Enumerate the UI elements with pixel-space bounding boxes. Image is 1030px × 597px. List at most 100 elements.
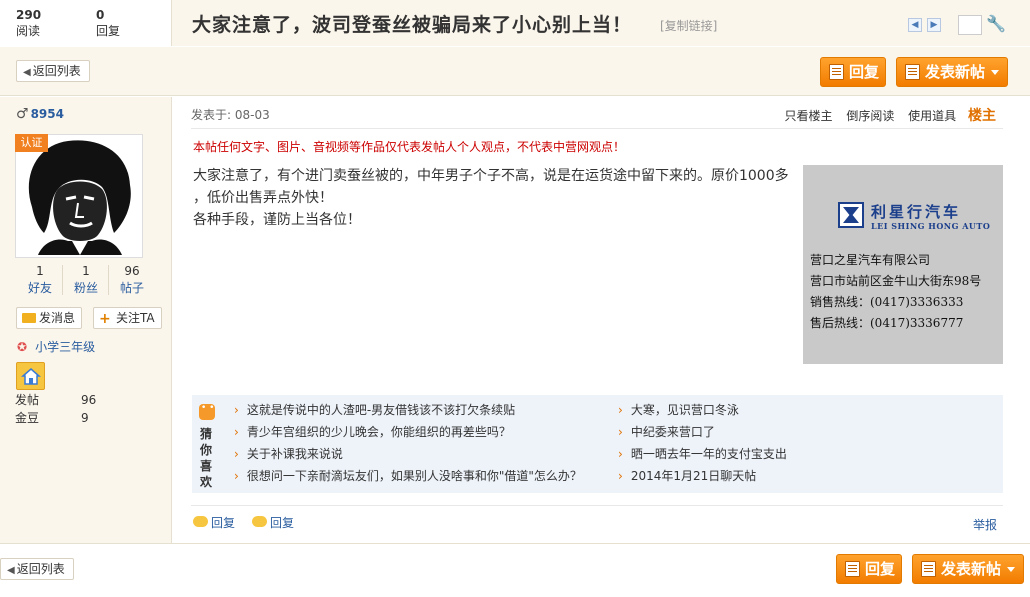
reply-button-bottom[interactable]: 回复	[836, 554, 902, 584]
author-name-label: 8954	[30, 107, 64, 121]
friends-count[interactable]: 1 好友	[17, 263, 63, 297]
thread-stats: 290 阅读 0 回复	[0, 0, 172, 46]
plus-icon: +	[99, 311, 111, 327]
floor-label: 楼主	[968, 108, 996, 124]
author-counts: 1 好友 1 粉丝 96 帖子	[15, 263, 147, 299]
post-line: ，低价出售弄点外快！	[193, 190, 333, 206]
home-icon-graphic	[21, 368, 41, 385]
ad-banner[interactable]: 利星行汽车 LEI SHING HONG AUTO 营口之星汽车有限公司 营口市…	[803, 165, 1003, 364]
mail-icon	[22, 313, 36, 323]
recommend-link[interactable]: › 关于补课我来说说	[234, 446, 343, 462]
thread-title: 大家注意了，波司登蚕丝被骗局来了小心别上当！	[192, 14, 633, 36]
report-link[interactable]: 举报	[973, 516, 997, 533]
reply-link-label: 回复	[270, 516, 295, 530]
friends-value: 1	[36, 264, 44, 278]
fatie-label: 发帖	[15, 393, 40, 407]
chevron-down-icon	[991, 70, 999, 75]
new-post-button[interactable]: 发表新帖	[896, 57, 1008, 87]
send-message-button[interactable]: 发消息	[16, 307, 83, 329]
recommend-link[interactable]: › 大寒，见识营口冬泳	[618, 402, 739, 418]
male-icon: ♂	[16, 106, 29, 122]
recommend-label: 猜你喜欢	[200, 427, 213, 489]
title-bar: 大家注意了，波司登蚕丝被骗局来了小心别上当！ [复制链接] ◀ ▶ 🔧	[172, 0, 1030, 46]
post-tools: 只看楼主 倒序阅读 使用道具 楼主	[784, 105, 996, 125]
recommend-link[interactable]: › 中纪委来营口了	[618, 424, 715, 440]
jindou-label: 金豆	[15, 411, 40, 425]
reply-button[interactable]: 回复	[820, 57, 886, 87]
views-count: 290	[16, 8, 42, 22]
avatar[interactable]	[15, 134, 143, 258]
ad-brand: 利星行汽车	[871, 203, 962, 221]
recommend-box: 猜你喜欢 ›这就是传说中的人渣吧-男友借钱该不该打欠条续贴 ›青少年宫组织的少儿…	[192, 395, 1003, 493]
posts-count[interactable]: 96 帖子	[109, 263, 155, 297]
back-label: 返回列表	[32, 64, 81, 78]
reply-icon	[845, 561, 860, 577]
author-sidebar: ♂ 8954 认证 1 好友 1 粉丝 96 帖子 发消息 + 关注TA ✪ 小…	[0, 97, 172, 543]
follow-button[interactable]: + 关注TA	[93, 307, 162, 329]
only-author-link[interactable]: 只看楼主	[784, 109, 832, 123]
recommend-link[interactable]: › 很想问一下亲耐滴坛友们，如果别人没啥事和你"借道"怎么办？	[234, 468, 582, 484]
views-stat: 290 阅读	[16, 7, 76, 39]
rank-star-icon: ✪	[17, 340, 28, 354]
fatie-value: 96	[81, 393, 97, 407]
fans-count[interactable]: 1 粉丝	[63, 263, 109, 297]
new-post-button-bottom[interactable]: 发表新帖	[912, 554, 1024, 584]
new-post-icon	[921, 561, 936, 577]
reply-link[interactable]: 回复	[193, 514, 235, 531]
replies-count: 0	[96, 8, 105, 22]
view-mode-box[interactable]	[958, 15, 982, 35]
send-message-label: 发消息	[39, 311, 76, 325]
posts-label: 帖子	[119, 281, 144, 295]
use-item-link[interactable]: 使用道具	[908, 109, 956, 123]
next-thread-icon[interactable]: ▶	[927, 18, 941, 32]
recommend-link[interactable]: › 这就是传说中的人渣吧-男友借钱该不该打欠条续贴	[234, 402, 515, 418]
posts-value: 96	[124, 264, 140, 278]
back-to-list-button[interactable]: ◀ 返回列表	[16, 60, 90, 82]
back-arrow-icon: ◀	[23, 67, 31, 78]
thread-header: 290 阅读 0 回复 大家注意了，波司登蚕丝被骗局来了小心别上当！ [复制链接…	[0, 0, 1030, 46]
ad-line: 营口市站前区金牛山大街东98号	[810, 274, 982, 288]
avatar-image	[18, 137, 140, 255]
reply-label: 回复	[865, 560, 896, 578]
new-post-label: 发表新帖	[925, 63, 986, 81]
rank-label[interactable]: 小学三年级	[35, 340, 95, 354]
replies-stat: 0 回复	[96, 7, 156, 39]
fans-label: 粉丝	[73, 281, 98, 295]
home-icon[interactable]	[16, 362, 45, 390]
prev-thread-icon[interactable]: ◀	[908, 18, 922, 32]
recommend-link[interactable]: › 青少年宫组织的少儿晚会，你能组织的再差些吗？	[234, 424, 511, 440]
recommend-side: 猜你喜欢	[192, 395, 220, 493]
bottom-toolbar: ◀ 返回列表 回复 发表新帖	[0, 543, 1030, 597]
recommend-icon	[199, 403, 215, 420]
new-post-icon	[905, 64, 920, 80]
author-name[interactable]: ♂ 8954	[16, 106, 64, 122]
reply-bubble-icon	[193, 516, 208, 527]
reverse-order-link[interactable]: 倒序阅读	[846, 109, 894, 123]
cert-badge: 认证	[15, 134, 48, 152]
quote-reply-link[interactable]: 回复	[252, 514, 294, 531]
back-arrow-icon: ◀	[7, 565, 15, 576]
wrench-icon[interactable]: 🔧	[986, 14, 1006, 33]
post-line: 大家注意了，有个进门卖蚕丝被的，中年男子个子不高，说是在运货途中留下来的。原价1…	[193, 168, 789, 184]
top-toolbar: ◀ 返回列表 回复 发表新帖	[0, 47, 1030, 96]
back-label: 返回列表	[16, 562, 65, 576]
post-date: 发表于: 08-03	[191, 108, 270, 122]
views-label: 阅读	[16, 24, 41, 38]
new-post-label: 发表新帖	[941, 560, 1002, 578]
recommend-link[interactable]: › 2014年1月21日聊天帖	[618, 468, 756, 484]
jindou-value: 9	[81, 411, 89, 425]
post-line: 各种手段，谨防上当各位！	[193, 212, 361, 228]
reply-label: 回复	[849, 63, 880, 81]
ad-line: 销售热线：(0417)3336333	[810, 295, 964, 309]
post-main: 发表于: 08-03 只看楼主 倒序阅读 使用道具 楼主 本帖任何文字、图片、音…	[173, 97, 1030, 543]
ad-brand-en: LEI SHING HONG AUTO	[871, 221, 991, 231]
copy-link[interactable]: [复制链接]	[660, 17, 717, 34]
reply-link-label: 回复	[211, 516, 236, 530]
ad-line: 营口之星汽车有限公司	[810, 253, 931, 267]
fatie-row: 发帖 96	[15, 392, 135, 408]
recommend-link[interactable]: › 晒一晒去年一年的支付宝支出	[618, 446, 787, 462]
brand-logo-icon	[838, 202, 864, 228]
disclaimer-notice: 本帖任何文字、图片、音视频等作品仅代表发帖人个人观点，不代表中营网观点！	[193, 140, 626, 154]
divider	[191, 128, 1003, 129]
back-to-list-button-bottom[interactable]: ◀ 返回列表	[0, 558, 74, 580]
